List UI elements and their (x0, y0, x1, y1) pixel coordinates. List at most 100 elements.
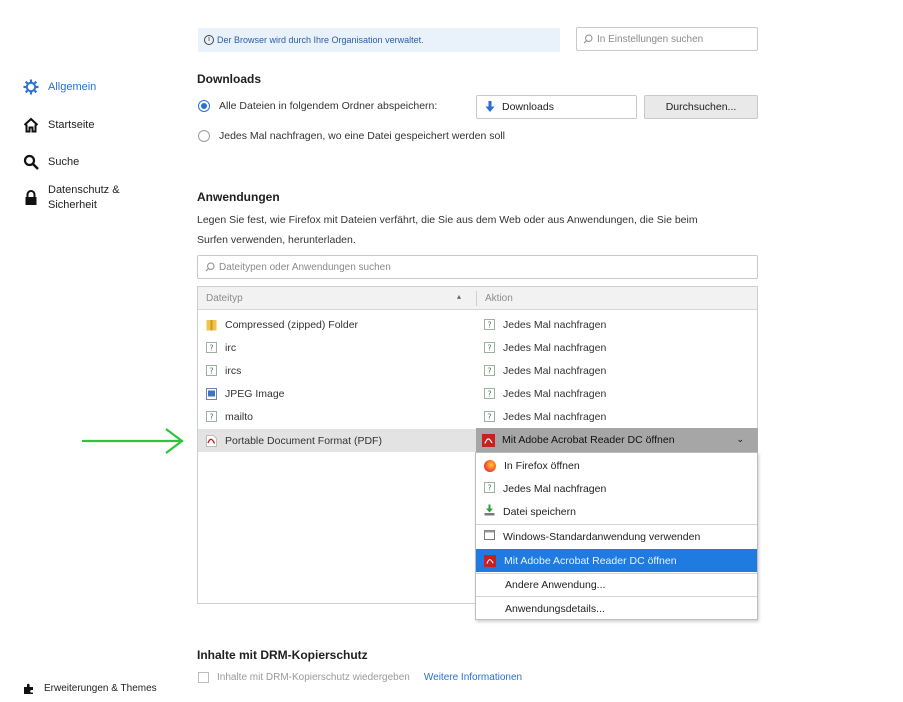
puzzle-icon (22, 682, 36, 696)
zip-folder-icon (206, 319, 217, 331)
chevron-down-icon: ⌄ (736, 434, 744, 444)
action-label: Jedes Mal nachfragen (503, 387, 607, 400)
search-icon (22, 153, 40, 171)
download-folder-radio[interactable] (198, 100, 210, 112)
search-icon (583, 34, 593, 44)
sidebar-item-general[interactable]: Allgemein (22, 78, 96, 96)
action-label: Jedes Mal nachfragen (503, 341, 607, 354)
filetype-label: mailto (225, 410, 254, 423)
info-icon: i (204, 35, 214, 45)
filetype-cell: ? irc (206, 336, 236, 359)
action-label: Jedes Mal nachfragen (503, 318, 607, 331)
annotation-arrow-icon (82, 428, 184, 454)
sidebar-item-label: Erweiterungen & Themes (44, 683, 157, 694)
ask-icon: ? (484, 411, 495, 423)
sidebar-item-extensions[interactable]: Erweiterungen & Themes (22, 682, 157, 696)
sidebar-item-label-group: Datenschutz & Sicherheit (48, 183, 120, 213)
search-icon (205, 262, 215, 272)
sidebar-item-home[interactable]: Startseite (22, 116, 94, 134)
menu-item-always-ask[interactable]: ? Jedes Mal nachfragen (476, 477, 757, 500)
action-cell: ? Jedes Mal nachfragen (484, 359, 606, 382)
table-row[interactable]: JPEG Image ? Jedes Mal nachfragen (198, 382, 757, 405)
svg-text:?: ? (209, 366, 213, 375)
column-header-action[interactable]: Aktion (485, 293, 513, 304)
svg-text:?: ? (487, 389, 491, 398)
table-row[interactable]: ? ircs ? Jedes Mal nachfragen (198, 359, 757, 382)
sidebar-item-label: Suche (48, 156, 80, 168)
ask-icon: ? (484, 365, 495, 377)
action-cell: ? Jedes Mal nachfragen (484, 313, 606, 336)
svg-text:?: ? (487, 320, 491, 329)
action-label: Jedes Mal nachfragen (503, 410, 607, 423)
menu-item-label: In Firefox öffnen (504, 459, 580, 472)
sidebar-item-label: Datenschutz & (48, 184, 120, 196)
generic-file-icon: ? (206, 411, 217, 423)
sidebar-item-search[interactable]: Suche (22, 153, 79, 171)
sidebar-item-privacy[interactable]: Datenschutz & Sicherheit (22, 183, 120, 213)
filetype-search-placeholder: Dateitypen oder Anwendungen suchen (219, 261, 391, 273)
sort-arrow-icon[interactable]: ▴ (457, 292, 461, 301)
pdf-action-menu: In Firefox öffnen ? Jedes Mal nachfragen… (475, 452, 758, 620)
ask-icon: ? (484, 481, 495, 496)
menu-item-label: Windows-Standardanwendung verwenden (503, 530, 701, 543)
download-folder-option[interactable]: Alle Dateien in folgendem Ordner abspeic… (198, 100, 437, 112)
pdf-action-selected: Mit Adobe Acrobat Reader DC öffnen (502, 434, 675, 446)
filetype-cell: Compressed (zipped) Folder (206, 313, 358, 336)
download-ask-radio[interactable] (198, 130, 210, 142)
download-folder-field[interactable]: Downloads (476, 95, 637, 119)
drm-heading: Inhalte mit DRM-Kopierschutz (197, 648, 368, 662)
menu-item-label: Mit Adobe Acrobat Reader DC öffnen (504, 554, 677, 567)
download-arrow-icon (485, 101, 495, 112)
firefox-icon (484, 459, 496, 472)
svg-text:?: ? (209, 412, 213, 421)
applications-description-line2: Surfen verwenden, herunterladen. (197, 234, 356, 246)
image-file-icon (206, 387, 217, 400)
browse-button[interactable]: Durchsuchen... (644, 95, 758, 119)
table-row[interactable]: ? mailto ? Jedes Mal nachfragen (198, 405, 757, 428)
filetype-cell: ? ircs (206, 359, 241, 382)
menu-item-save-file[interactable]: Datei speichern (476, 500, 757, 523)
acrobat-icon (484, 554, 496, 567)
download-folder-label: Alle Dateien in folgendem Ordner abspeic… (219, 100, 438, 112)
sidebar-item-label: Startseite (48, 119, 95, 131)
sidebar-item-label: Allgemein (48, 81, 97, 93)
downloads-heading: Downloads (197, 72, 262, 86)
pdf-action-dropdown[interactable]: Mit Adobe Acrobat Reader DC öffnen ⌄ (476, 428, 758, 452)
ask-icon: ? (484, 388, 495, 400)
save-icon (484, 504, 495, 519)
lock-icon (22, 189, 40, 207)
generic-file-icon: ? (206, 365, 217, 377)
menu-item-acrobat[interactable]: Mit Adobe Acrobat Reader DC öffnen (476, 549, 757, 572)
filetype-label: JPEG Image (225, 387, 285, 400)
drm-checkbox[interactable] (198, 672, 209, 683)
ask-icon: ? (484, 319, 495, 331)
menu-item-label: Jedes Mal nachfragen (503, 482, 607, 495)
action-label: Jedes Mal nachfragen (503, 364, 607, 377)
sidebar-item-label-line2: Sicherheit (48, 199, 97, 211)
applications-heading: Anwendungen (197, 190, 280, 204)
svg-text:?: ? (487, 366, 491, 375)
applications-description-line1: Legen Sie fest, wie Firefox mit Dateien … (197, 214, 698, 226)
table-row[interactable]: ? irc ? Jedes Mal nachfragen (198, 336, 757, 359)
table-row[interactable]: Compressed (zipped) Folder ? Jedes Mal n… (198, 313, 757, 336)
gear-icon (22, 78, 40, 96)
action-cell: ? Jedes Mal nachfragen (484, 336, 606, 359)
table-header: Dateityp ▴ Aktion (198, 287, 757, 310)
applications-description: Legen Sie fest, wie Firefox mit Dateien … (197, 210, 767, 250)
filetype-cell: JPEG Image (206, 382, 285, 405)
drm-checkbox-row[interactable]: Inhalte mit DRM-Kopierschutz wiedergeben… (198, 672, 522, 683)
filetype-label: Portable Document Format (PDF) (225, 434, 382, 447)
menu-item-system-default[interactable]: Windows-Standardanwendung verwenden (476, 525, 757, 548)
menu-item-open-in-firefox[interactable]: In Firefox öffnen (476, 454, 757, 477)
drm-more-info-link[interactable]: Weitere Informationen (424, 672, 522, 683)
settings-search-input[interactable]: In Einstellungen suchen (576, 27, 758, 51)
menu-item-application-details[interactable]: Anwendungsdetails... (476, 597, 757, 620)
download-ask-option[interactable]: Jedes Mal nachfragen, wo eine Datei gesp… (198, 130, 505, 142)
filetype-label: ircs (225, 364, 242, 377)
menu-item-other-application[interactable]: Andere Anwendung... (476, 573, 757, 596)
column-header-filetype[interactable]: Dateityp (206, 293, 243, 304)
filetype-search-input[interactable]: Dateitypen oder Anwendungen suchen (197, 255, 758, 279)
pdf-file-icon (206, 434, 217, 447)
managed-notice[interactable]: i Der Browser wird durch Ihre Organisati… (198, 28, 560, 52)
filetype-label: irc (225, 341, 237, 354)
